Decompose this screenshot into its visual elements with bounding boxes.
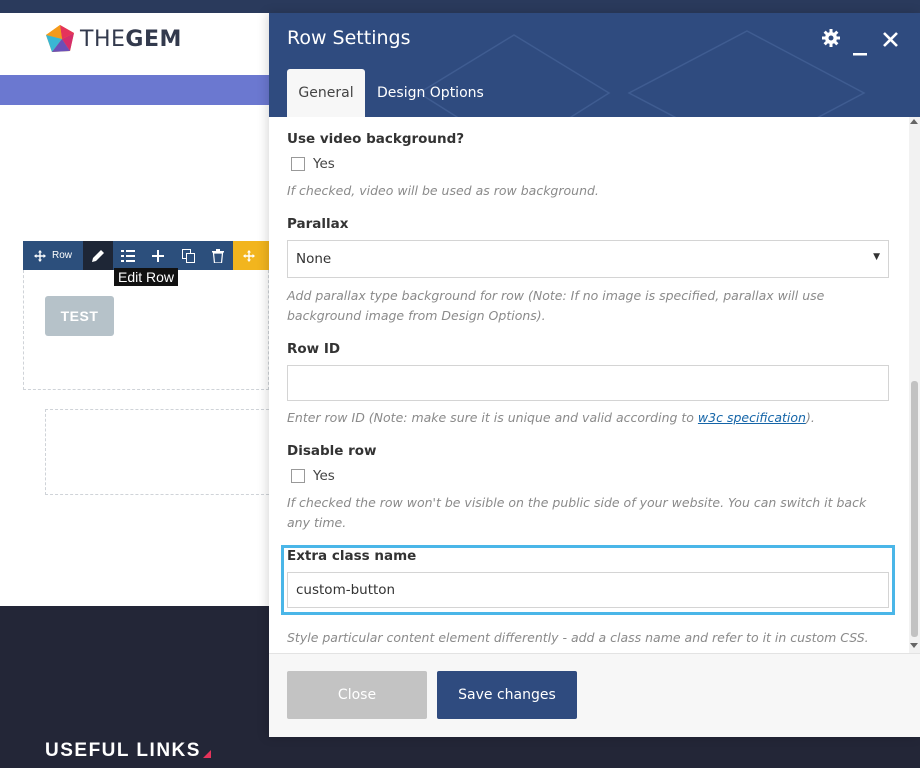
add-column-button[interactable] bbox=[143, 241, 173, 270]
close-button[interactable]: Close bbox=[287, 671, 427, 719]
disable-row-help: If checked the row won't be visible on t… bbox=[287, 495, 867, 530]
plus-icon bbox=[152, 249, 164, 262]
row-id-input[interactable] bbox=[287, 365, 889, 401]
video-bg-checkbox[interactable] bbox=[291, 157, 305, 171]
trash-icon bbox=[212, 248, 224, 263]
parallax-select[interactable]: None ▼ bbox=[287, 240, 889, 278]
logo-text-gem: GEM bbox=[125, 26, 182, 52]
extra-class-help: Style particular content element differe… bbox=[287, 630, 869, 645]
row-id-help: Enter row ID (Note: make sure it is uniq… bbox=[287, 408, 887, 428]
row-toolbar: Row bbox=[23, 241, 233, 270]
top-strip bbox=[0, 0, 920, 13]
disable-row-label: Disable row bbox=[287, 443, 377, 459]
video-bg-label: Use video background? bbox=[287, 131, 465, 147]
gem-logo-icon bbox=[46, 25, 74, 52]
modal-body: Use video background? Yes If checked, vi… bbox=[269, 117, 920, 653]
video-bg-checkbox-label: Yes bbox=[313, 156, 335, 172]
save-changes-button[interactable]: Save changes bbox=[437, 671, 577, 719]
gear-icon bbox=[822, 29, 840, 47]
modal-footer: Close Save changes bbox=[269, 653, 920, 737]
edit-row-button[interactable] bbox=[83, 241, 113, 270]
move-arrows-icon bbox=[33, 249, 46, 262]
row-settings-modal: Row Settings General Design Options Use … bbox=[269, 13, 920, 737]
row-label: Row bbox=[51, 250, 72, 261]
delete-row-button[interactable] bbox=[203, 241, 233, 270]
extra-class-input[interactable]: custom-button bbox=[287, 572, 889, 608]
parallax-help: Add parallax type background for row (No… bbox=[287, 288, 825, 323]
video-bg-option[interactable]: Yes bbox=[291, 156, 335, 172]
column-toolbar[interactable] bbox=[233, 241, 270, 270]
disable-row-checkbox-label: Yes bbox=[313, 468, 335, 484]
modal-title: Row Settings bbox=[287, 27, 411, 49]
nav-band bbox=[0, 75, 270, 105]
close-icon bbox=[883, 32, 898, 47]
parallax-label: Parallax bbox=[287, 216, 349, 232]
test-button[interactable]: TEST bbox=[45, 296, 114, 336]
row-id-help-end: ). bbox=[805, 410, 815, 425]
row-move-handle[interactable]: Row bbox=[23, 241, 83, 270]
close-modal-button[interactable] bbox=[883, 32, 898, 51]
row-id-help-text: Enter row ID (Note: make sure it is uniq… bbox=[287, 410, 698, 425]
columns-icon bbox=[121, 249, 135, 262]
extra-class-label: Extra class name bbox=[287, 548, 417, 564]
w3c-specification-link[interactable]: w3c specification bbox=[698, 410, 806, 425]
move-arrows-icon bbox=[243, 249, 255, 262]
scroll-down-arrow-icon[interactable] bbox=[910, 643, 918, 648]
site-logo[interactable]: THEGEM bbox=[44, 24, 182, 54]
disable-row-option[interactable]: Yes bbox=[291, 468, 335, 484]
modal-header: Row Settings General Design Options bbox=[269, 13, 920, 117]
clone-row-button[interactable] bbox=[173, 241, 203, 270]
tab-design-options[interactable]: Design Options bbox=[377, 69, 484, 117]
row-id-label: Row ID bbox=[287, 341, 341, 357]
video-bg-help: If checked, video will be used as row ba… bbox=[287, 183, 599, 198]
change-layout-button[interactable] bbox=[113, 241, 143, 270]
dropdown-arrow-icon: ▼ bbox=[873, 252, 880, 262]
minimize-button[interactable] bbox=[853, 41, 867, 60]
tab-general[interactable]: General bbox=[287, 69, 365, 117]
scrollbar-thumb[interactable] bbox=[911, 381, 918, 637]
empty-row-container bbox=[45, 409, 269, 495]
parallax-selected-value: None bbox=[296, 251, 332, 267]
minimize-icon bbox=[853, 53, 867, 56]
settings-button[interactable] bbox=[822, 29, 840, 51]
footer-heading: USEFUL LINKS bbox=[45, 740, 201, 761]
copy-icon bbox=[181, 248, 195, 263]
scroll-up-arrow-icon[interactable] bbox=[910, 119, 918, 124]
logo-text-the: THE bbox=[80, 26, 126, 52]
pencil-icon bbox=[92, 249, 104, 262]
footer-heading-accent bbox=[203, 750, 211, 758]
disable-row-checkbox[interactable] bbox=[291, 469, 305, 483]
